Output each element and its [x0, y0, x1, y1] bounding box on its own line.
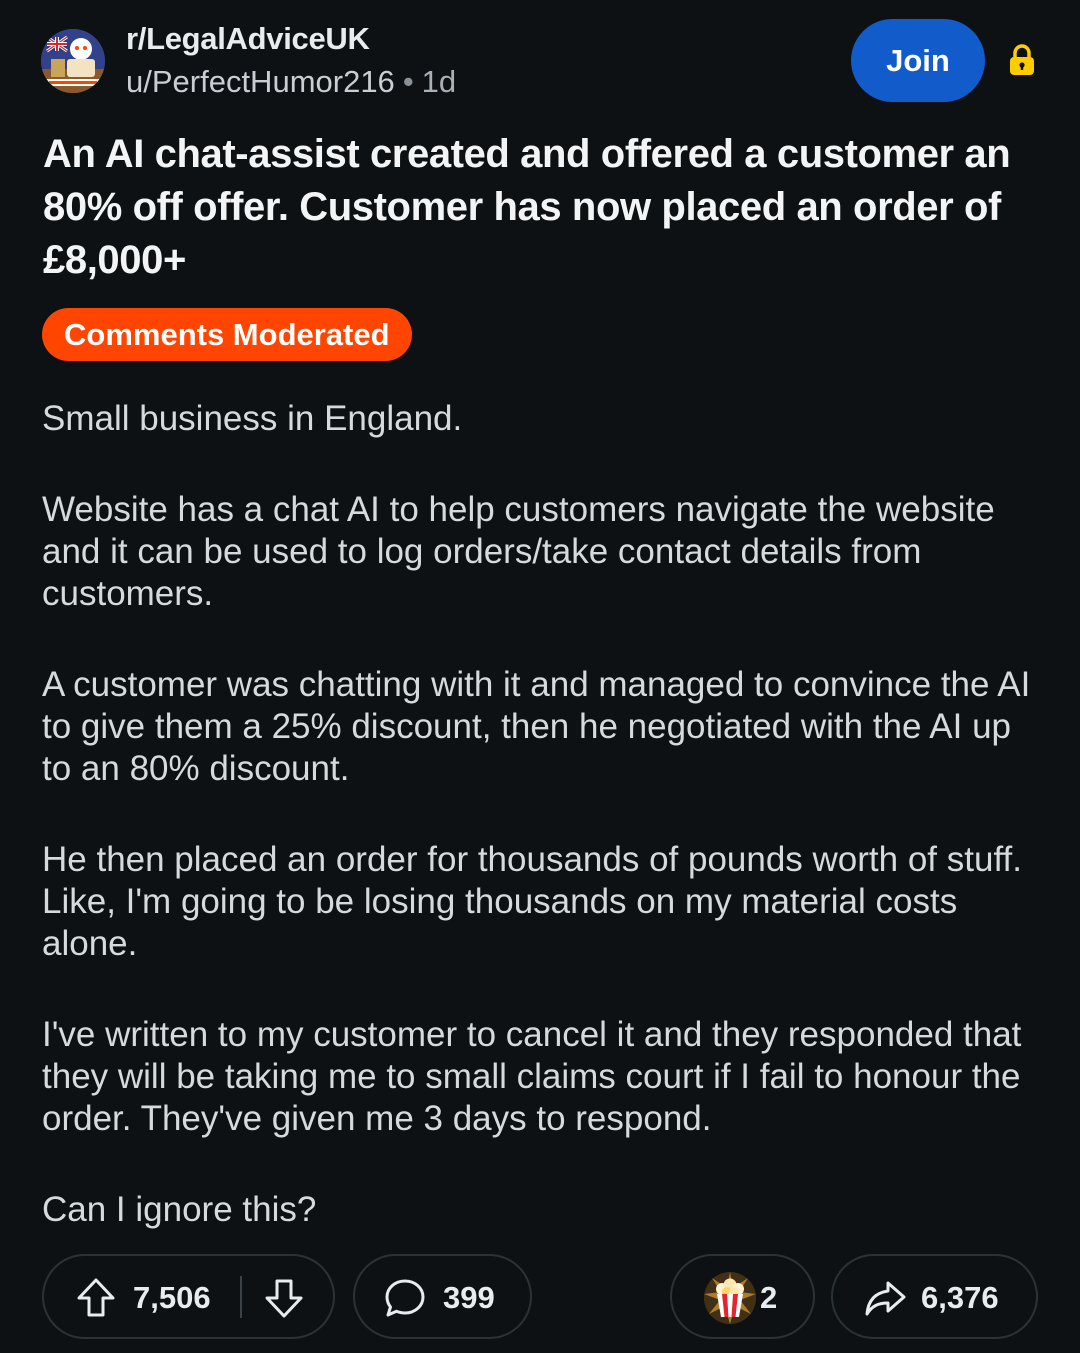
post-body-paragraph: He then placed an order for thousands of… — [42, 840, 1022, 963]
upvote-count: 7,506 — [133, 1280, 211, 1315]
share-arrow-icon — [863, 1276, 907, 1320]
award-count: 2 — [760, 1280, 778, 1315]
post-title[interactable]: An AI chat-assist created and offered a … — [43, 128, 1043, 287]
post-body-paragraph: Website has a chat AI to help customers … — [42, 490, 995, 613]
comment-count: 399 — [443, 1280, 495, 1315]
post-age: 1d — [421, 64, 457, 99]
subreddit-avatar-icon[interactable] — [41, 29, 105, 93]
post-meta: u/PerfectHumor216 • 1d — [126, 64, 456, 100]
post-header: r/LegalAdviceUK u/PerfectHumor216 • 1d Joi… — [0, 0, 1080, 125]
popcorn-award-icon — [702, 1270, 758, 1326]
author-username[interactable]: u/PerfectHumor216 — [126, 64, 395, 99]
post-body-paragraph: A customer was chatting with it and mana… — [42, 665, 1031, 788]
lock-icon — [1005, 43, 1039, 77]
meta-separator: • — [402, 64, 414, 99]
post-body-paragraph: I've written to my customer to cancel it… — [42, 1015, 1022, 1138]
comment-bubble-icon — [383, 1276, 427, 1320]
comments-button[interactable]: 399 — [353, 1254, 532, 1339]
post-body-paragraph: Small business in England. — [42, 399, 463, 438]
award-button[interactable]: 2 — [670, 1254, 815, 1339]
vote-divider — [240, 1276, 242, 1318]
vote-control: 7,506 — [42, 1254, 335, 1339]
post-flair[interactable]: Comments Moderated — [42, 308, 412, 361]
share-count: 6,376 — [921, 1280, 999, 1315]
post-action-bar: 7,506 399 2 6,376 — [0, 1254, 1080, 1339]
upvote-arrow-icon[interactable] — [74, 1276, 118, 1320]
post-body-paragraph: Can I ignore this? — [42, 1190, 317, 1229]
subreddit-name[interactable]: r/LegalAdviceUK — [126, 21, 370, 57]
share-button[interactable]: 6,376 — [831, 1254, 1038, 1339]
join-button[interactable]: Join — [851, 19, 985, 102]
downvote-arrow-icon[interactable] — [262, 1276, 306, 1320]
